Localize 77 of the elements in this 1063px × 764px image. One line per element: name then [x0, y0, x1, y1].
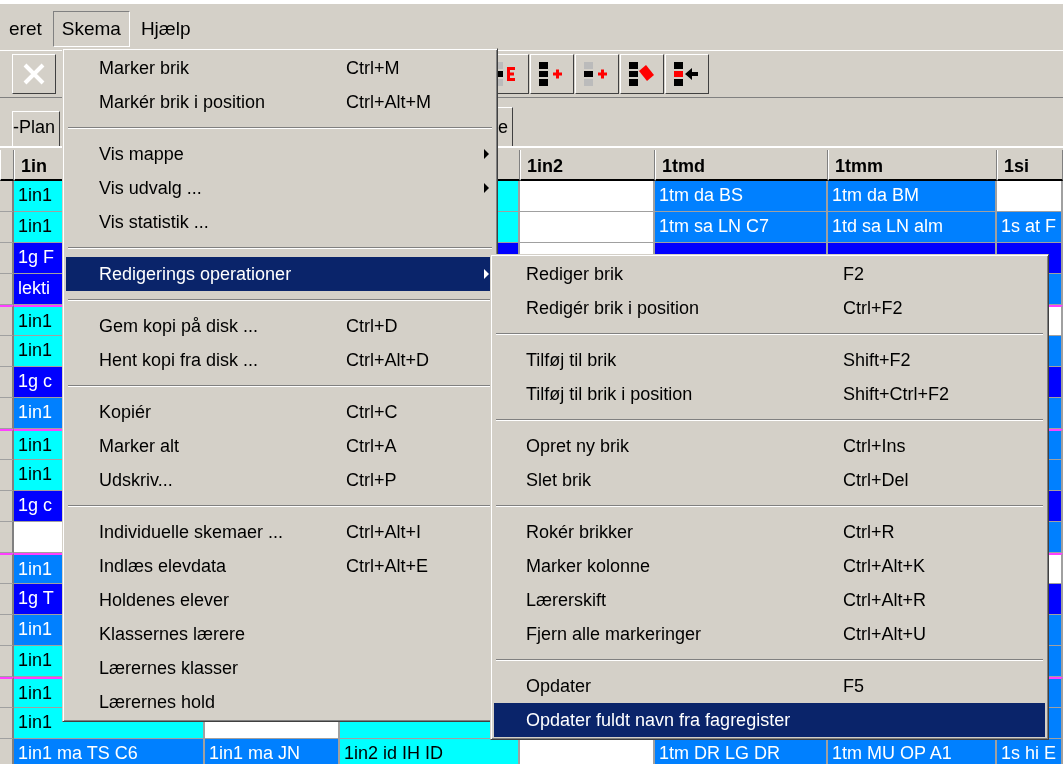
menu-item-label: Marker brik — [99, 56, 190, 80]
table-cell: 1tm da BM — [828, 181, 997, 212]
menu-bar-item[interactable]: Skema — [52, 11, 130, 47]
menu-item[interactable]: Redigér brik i position Ctrl+F2 — [494, 291, 1045, 325]
shortcut-label: Ctrl+P — [346, 468, 398, 492]
shortcut-label: Ctrl+Alt+I — [346, 520, 423, 544]
menu-item[interactable]: Opret ny brik Ctrl+Ins — [494, 429, 1045, 463]
table-cell: 1in1 ma JN — [205, 739, 340, 764]
shortcut-label: Shift+Ctrl+F2 — [843, 382, 951, 406]
menu-item-label: Tilføj til brik — [526, 348, 618, 372]
column-header: 1si — [997, 150, 1063, 181]
menu-item[interactable]: Opdater fuldt navn fra fagregister — [494, 703, 1045, 737]
table-cell: 1s hi E — [997, 739, 1063, 764]
menu-item-label: Markér brik i position — [99, 90, 267, 114]
menu-item[interactable]: Opdater F5 — [494, 669, 1045, 703]
toolbar-button[interactable] — [665, 54, 709, 94]
shortcut-label: Ctrl+A — [346, 434, 398, 458]
menu-item-label: Rediger brik — [526, 262, 625, 286]
menu-bar-item[interactable]: eret — [0, 11, 51, 47]
shortcut-label: Ctrl+Alt+D — [346, 348, 431, 372]
tab[interactable]: -Plan — [12, 111, 61, 146]
table-cell: 1td sa LN alm — [828, 212, 997, 243]
table-cell: 1tm sa LN C7 — [655, 212, 828, 243]
blocks-eraser-icon — [627, 59, 657, 89]
menu-item[interactable]: Lærerskift Ctrl+Alt+R — [494, 583, 1045, 617]
shortcut-label: Ctrl+M — [346, 56, 401, 80]
table-cell: 1in1 ma TS C6 — [14, 739, 205, 764]
shortcut-label: Ctrl+Ins — [843, 434, 907, 458]
shortcut-label: Ctrl+Alt+U — [843, 622, 928, 646]
menu-item-label: Rokér brikker — [526, 520, 635, 544]
menu-item[interactable]: Marker brik Ctrl+M — [66, 51, 494, 85]
menu-item-label: Fjern alle markeringer — [526, 622, 703, 646]
menu-item-label: Marker kolonne — [526, 554, 652, 578]
table-cell: 1tm DR LG DR — [655, 739, 828, 764]
menu-item-label: Opdater fuldt navn fra fagregister — [526, 708, 792, 732]
menu-item-label: Individuelle skemaer ... — [99, 520, 285, 544]
menu-item-label: Redigér brik i position — [526, 296, 701, 320]
menu-item[interactable]: Rokér brikker Ctrl+R — [494, 515, 1045, 549]
shortcut-label: Ctrl+Alt+E — [346, 554, 430, 578]
column-header: 1tmd — [655, 150, 828, 181]
table-cell: 1tm MU OP A1 — [828, 739, 997, 764]
shortcut-label: Ctrl+D — [346, 314, 399, 338]
menu-item-label: Opdater — [526, 674, 593, 698]
shortcut-label: Shift+F2 — [843, 348, 912, 372]
shortcut-label: Ctrl+Alt+M — [346, 90, 433, 114]
menu-item-label: Udskriv... — [99, 468, 174, 492]
toolbar-button[interactable] — [530, 54, 574, 94]
menu-item[interactable]: Tilføj til brik Shift+F2 — [494, 343, 1045, 377]
menu-item[interactable]: Rediger brik F2 — [494, 257, 1045, 291]
shortcut-label: Ctrl+R — [843, 520, 896, 544]
menu-item[interactable]: Marker kolonne Ctrl+Alt+K — [494, 549, 1045, 583]
menu-bar-item[interactable]: Hjælp — [131, 11, 200, 47]
column-header: 1tmm — [828, 150, 997, 181]
menu-item-label: Opret ny brik — [526, 434, 631, 458]
shortcut-label: F5 — [843, 674, 865, 698]
menu-item-label: Marker alt — [99, 434, 180, 458]
menu-item[interactable]: Fjern alle markeringer Ctrl+Alt+U — [494, 617, 1045, 651]
menu-item-label: Lærerskift — [526, 588, 607, 612]
shortcut-label: F2 — [843, 262, 865, 286]
table-cell: 1in2 id IH ID — [340, 739, 520, 764]
shortcut-label: Ctrl+C — [346, 400, 399, 424]
header-corner — [0, 150, 14, 181]
shortcut-label: Ctrl+Alt+K — [843, 554, 927, 578]
table-cell: 1s at F — [997, 212, 1063, 243]
menu-item[interactable]: Markér brik i position Ctrl+Alt+M — [66, 85, 494, 119]
column-header: 1in2 — [520, 150, 655, 181]
table-cell: 1tm da BS — [655, 181, 828, 212]
shortcut-label: Ctrl+Alt+R — [843, 588, 928, 612]
toolbar-button[interactable] — [620, 54, 664, 94]
menu-item[interactable]: Tilføj til brik i position Shift+Ctrl+F2 — [494, 377, 1045, 411]
menu-item-label: Tilføj til brik i position — [526, 382, 694, 406]
toolbar-button[interactable] — [575, 54, 619, 94]
menu-item[interactable]: Slet brik Ctrl+Del — [494, 463, 1045, 497]
shortcut-label: Ctrl+F2 — [843, 296, 904, 320]
menu-item-label: Slet brik — [526, 468, 593, 492]
menu-item-label: Kopiér — [99, 400, 153, 424]
shortcut-label: Ctrl+Del — [843, 468, 910, 492]
